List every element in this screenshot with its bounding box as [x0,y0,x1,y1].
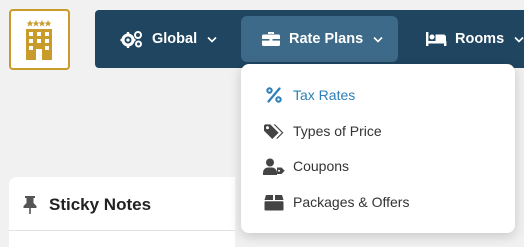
menu-item-types-of-price[interactable]: Types of Price [241,116,515,146]
bed-icon [426,32,447,46]
menu-item-packages-offers[interactable]: Packages & Offers [241,187,515,217]
box-icon [263,192,285,212]
menu-item-label: Tax Rates [293,87,356,103]
tags-icon [263,121,285,141]
thumbtack-icon [23,196,37,214]
gears-icon [120,31,142,48]
chevron-down-icon [207,36,217,43]
nav-item-rooms[interactable]: Rooms [425,16,524,62]
nav-item-global[interactable]: Global [120,16,220,62]
hotel-building-icon [26,20,52,60]
menu-item-label: Packages & Offers [293,194,410,210]
card-divider [9,230,235,231]
hotel-logo[interactable] [9,9,70,70]
nav-label-global: Global [152,31,198,47]
nav-item-rate-plans[interactable]: Rate Plans [241,16,398,62]
main-nav: Global Rate Plans Rooms [95,10,524,68]
sticky-notes-title: Sticky Notes [49,195,152,214]
menu-item-coupons[interactable]: Coupons [241,151,515,181]
rate-plans-dropdown: Tax Rates Types of Price Coupons Package… [241,64,515,233]
chevron-down-icon [373,36,383,43]
menu-item-label: Coupons [293,158,350,174]
nav-label-rooms: Rooms [455,31,505,47]
user-tag-icon [263,156,285,176]
chevron-down-icon [514,36,524,43]
briefcase-icon [262,32,280,46]
menu-item-tax-rates[interactable]: Tax Rates [241,80,515,110]
percent-icon [263,85,285,105]
sticky-notes-card: Sticky Notes [9,177,235,247]
menu-item-label: Types of Price [293,123,382,139]
nav-label-rate-plans: Rate Plans [289,31,364,47]
